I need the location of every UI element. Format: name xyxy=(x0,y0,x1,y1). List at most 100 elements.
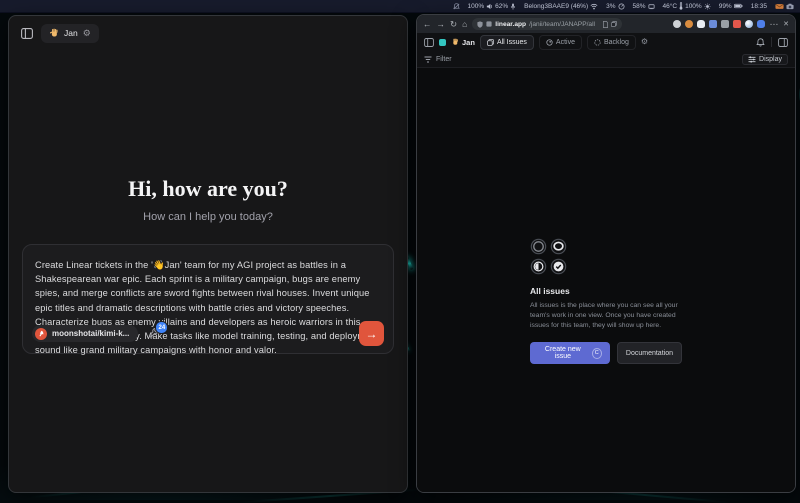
view-settings-gear-icon[interactable]: ⚙ xyxy=(641,38,648,46)
duplicate-tab-icon[interactable] xyxy=(611,21,617,27)
notifications-muted-indicator[interactable] xyxy=(453,3,460,10)
home-button[interactable]: ⌂ xyxy=(462,20,467,29)
linear-sidebar-toggle[interactable] xyxy=(424,38,434,47)
extension-icon-blocker[interactable] xyxy=(733,20,741,28)
extension-icon-cloud[interactable] xyxy=(697,20,705,28)
jan-app-window: Jan ⚙ Hi, how are you? How can I help yo… xyxy=(8,15,408,493)
all-issues-empty-state: All issues All issues is the place where… xyxy=(530,238,682,364)
extension-icon-hand[interactable] xyxy=(757,20,765,28)
empty-state-title: All issues xyxy=(530,286,682,296)
extensions-row xyxy=(673,20,765,28)
empty-state-description: All issues is the place where you can se… xyxy=(530,301,682,331)
sidebar-toggle-button[interactable] xyxy=(21,28,33,39)
camera-tray-icon xyxy=(786,3,794,10)
assistant-settings-gear-icon[interactable]: ⚙ xyxy=(83,29,91,38)
done-coin-icon xyxy=(550,258,567,275)
tab-backlog[interactable]: Backlog xyxy=(587,35,636,50)
clock-time: 18:35 xyxy=(751,3,767,10)
wifi-indicator[interactable]: Belong3BAAE9 (46%) xyxy=(524,3,598,10)
header-divider xyxy=(771,37,772,47)
assistant-name-label: Jan xyxy=(64,28,78,38)
tools-count-badge: 24 xyxy=(155,321,168,334)
memory-icon xyxy=(648,3,655,10)
brightness-value: 100% xyxy=(685,3,702,10)
team-breadcrumb[interactable]: Jan xyxy=(451,38,475,47)
cpu-usage: 3% xyxy=(606,3,615,10)
issues-stack-icon xyxy=(487,39,494,46)
clock[interactable]: 18:35 xyxy=(751,3,767,10)
memory-usage: 58% xyxy=(633,3,646,10)
extension-icon-1[interactable] xyxy=(673,20,681,28)
create-new-issue-button[interactable]: Create new issue C xyxy=(530,342,610,364)
sun-icon xyxy=(704,3,711,10)
wifi-icon xyxy=(590,3,598,10)
wifi-network-label: Belong3BAAE9 (46%) xyxy=(524,3,588,10)
address-bar[interactable]: linear.app/janii/team/JANAPP/all xyxy=(472,18,622,30)
tab-label: Active xyxy=(556,39,575,46)
create-new-issue-label: Create new issue xyxy=(538,346,588,360)
bookmark-doc-icon[interactable] xyxy=(603,21,608,28)
team-hand-emoji-icon xyxy=(451,38,459,46)
audio-levels[interactable]: 100% 62% xyxy=(468,3,517,10)
right-panel-toggle[interactable] xyxy=(778,38,788,47)
extension-icon-flag[interactable] xyxy=(709,20,717,28)
thermometer-icon xyxy=(679,2,683,10)
filter-button[interactable]: Filter xyxy=(436,56,452,63)
display-button[interactable]: Display xyxy=(742,54,788,65)
extension-icon-5[interactable] xyxy=(721,20,729,28)
browser-close-button[interactable]: ✕ xyxy=(783,21,789,28)
url-host: linear.app xyxy=(495,21,526,28)
jan-greeting: Hi, how are you? How can I help you toda… xyxy=(9,176,407,223)
jan-top-bar: Jan ⚙ xyxy=(9,16,407,50)
greeting-subtitle: How can I help you today? xyxy=(9,211,407,223)
memory-indicator[interactable]: 58% xyxy=(633,3,655,10)
tools-button[interactable]: 24 xyxy=(148,327,161,340)
dashed-circle-icon xyxy=(594,39,601,46)
linear-app: Jan All Issues Active Backlog ⚙ xyxy=(417,33,795,492)
workspace-avatar[interactable] xyxy=(439,39,446,46)
mail-tray-icon xyxy=(775,3,784,10)
linear-filter-bar: Filter Display xyxy=(417,51,795,68)
speaker-icon xyxy=(486,3,493,10)
waving-hand-emoji-icon xyxy=(49,28,59,38)
chat-composer-card: Create Linear tickets in the '👋Jan' team… xyxy=(22,244,394,354)
model-selector-button[interactable]: moonshotai/kimi-k... xyxy=(32,325,138,342)
sliders-icon xyxy=(748,56,756,63)
issue-status-illustration xyxy=(530,238,567,275)
greeting-title: Hi, how are you? xyxy=(9,176,407,202)
temperature-value: 46°C xyxy=(663,3,678,10)
model-provider-icon xyxy=(35,328,47,340)
tab-all-issues[interactable]: All Issues xyxy=(480,35,534,50)
composer-toolbar: moonshotai/kimi-k... 24 → xyxy=(32,321,384,346)
cpu-gauge-icon xyxy=(618,3,625,10)
extension-icon-cookie[interactable] xyxy=(685,20,693,28)
tab-label: Backlog xyxy=(604,39,629,46)
url-path: /janii/team/JANAPP/all xyxy=(529,21,595,28)
filter-icon xyxy=(424,56,432,63)
model-name-label: moonshotai/kimi-k... xyxy=(52,329,129,338)
progress-circle-icon xyxy=(546,39,553,46)
cpu-indicator[interactable]: 3% xyxy=(606,3,624,10)
browser-toolbar: ← → ↻ ⌂ linear.app/janii/team/JANAPP/all xyxy=(417,15,795,33)
backlog-coin-icon xyxy=(530,238,547,255)
back-button[interactable]: ← xyxy=(423,20,432,29)
extension-icon-globe[interactable] xyxy=(745,20,753,28)
temperature-indicator[interactable]: 46°C 100% xyxy=(663,2,711,10)
documentation-button[interactable]: Documentation xyxy=(617,342,682,364)
assistant-selector[interactable]: Jan ⚙ xyxy=(41,24,99,43)
reload-button[interactable]: ↻ xyxy=(450,20,457,29)
tab-active[interactable]: Active xyxy=(539,35,582,50)
microphone-icon xyxy=(510,3,516,10)
battery-indicator[interactable]: 99% xyxy=(719,3,743,10)
forward-button[interactable]: → xyxy=(437,20,446,29)
battery-icon xyxy=(734,3,743,9)
browser-menu-button[interactable]: ⋯ xyxy=(770,20,779,29)
empty-state-actions: Create new issue C Documentation xyxy=(530,342,682,364)
system-tray[interactable] xyxy=(775,3,794,10)
os-status-bar: 100% 62% Belong3BAAE9 (46%) 3% 58% 46°C … xyxy=(0,0,800,13)
send-button[interactable]: → xyxy=(359,321,384,346)
mic-level: 62% xyxy=(495,3,508,10)
notifications-bell-icon[interactable] xyxy=(756,38,765,47)
bell-muted-icon xyxy=(453,3,460,10)
shortcut-badge: C xyxy=(592,348,602,359)
